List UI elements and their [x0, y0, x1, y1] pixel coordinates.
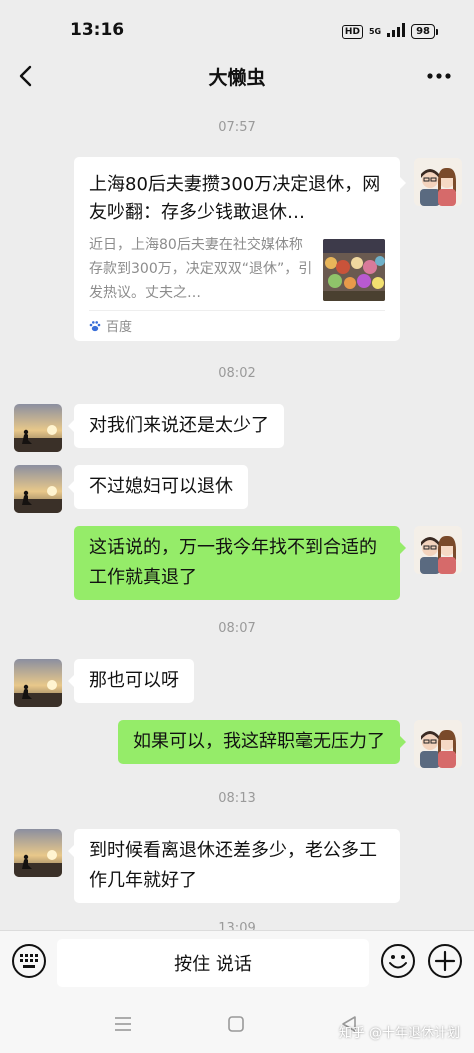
message-bubble-incoming[interactable]: 那也可以呀: [68, 659, 194, 703]
signal-icon: [387, 22, 406, 41]
square-home-icon: [228, 1016, 244, 1032]
emoji-icon: [381, 944, 415, 978]
message-timestamp: 08:07: [218, 621, 256, 636]
message-bubble-outgoing[interactable]: 这话说的，万一我今年找不到合适的工作就真退了: [74, 526, 406, 600]
keyboard-icon: [12, 944, 46, 978]
contact-avatar[interactable]: [14, 404, 62, 452]
home-button[interactable]: [224, 1012, 248, 1036]
link-card-thumbnail: [323, 239, 385, 301]
link-card-source: 百度: [89, 310, 385, 335]
my-avatar[interactable]: [414, 158, 462, 206]
baidu-paw-icon: [89, 320, 101, 331]
message-bubble-incoming[interactable]: 到时候看离退休还差多少，老公多工作几年就好了: [68, 829, 400, 903]
link-card-title: 上海80后夫妻攒300万决定退休，网友吵翻：存多少钱敢退休…: [89, 174, 381, 223]
link-card-description: 近日，上海80后夫妻在社交媒体称存款到300万，决定双双“退休”，引发热议。丈夫…: [89, 237, 313, 301]
contact-avatar[interactable]: [14, 465, 62, 513]
shared-link-card[interactable]: 上海80后夫妻攒300万决定退休，网友吵翻：存多少钱敢退休… 近日，上海80后夫…: [74, 157, 406, 341]
more-dots-icon: [427, 73, 451, 79]
back-button[interactable]: [12, 62, 40, 90]
message-bubble-incoming[interactable]: 不过媳妇可以退休: [68, 465, 248, 509]
battery-icon: 98: [411, 24, 438, 39]
battery-level: 98: [411, 24, 435, 39]
message-timestamp: 08:02: [218, 366, 256, 381]
status-time: 13:16: [70, 20, 125, 40]
more-button[interactable]: [422, 64, 456, 88]
message-bubble-incoming[interactable]: 对我们来说还是太少了: [68, 404, 284, 448]
status-bar: 13:16 HD 5G 98: [0, 0, 474, 60]
network-label: 5G: [368, 27, 382, 36]
hd-badge: HD: [341, 24, 363, 39]
chat-header: 大懒虫: [0, 52, 474, 100]
message-bubble-outgoing[interactable]: 如果可以，我这辞职毫无压力了: [118, 720, 406, 764]
zhihu-watermark: 知乎 @十年退休计划: [338, 1026, 460, 1041]
chat-input-bar: 按住 说话: [0, 930, 474, 997]
keyboard-toggle-button[interactable]: [11, 943, 47, 979]
contact-avatar[interactable]: [14, 829, 62, 877]
plus-icon: [428, 944, 462, 978]
message-timestamp: 07:57: [218, 120, 256, 135]
chevron-left-icon: [19, 65, 32, 87]
system-navigation-bar: 知乎 @十年退休计划: [0, 996, 474, 1053]
contact-avatar[interactable]: [14, 659, 62, 707]
my-avatar[interactable]: [414, 526, 462, 574]
more-functions-button[interactable]: [427, 943, 463, 979]
emoji-button[interactable]: [380, 943, 416, 979]
my-avatar[interactable]: [414, 720, 462, 768]
chat-title: 大懒虫: [208, 67, 266, 89]
status-icons: HD 5G 98: [341, 22, 438, 41]
link-card-source-name: 百度: [106, 320, 133, 335]
menu-lines-icon: [115, 1017, 131, 1031]
message-timestamp: 08:13: [218, 791, 256, 806]
hold-to-talk-button[interactable]: 按住 说话: [57, 939, 369, 987]
recent-apps-button[interactable]: [111, 1012, 135, 1036]
